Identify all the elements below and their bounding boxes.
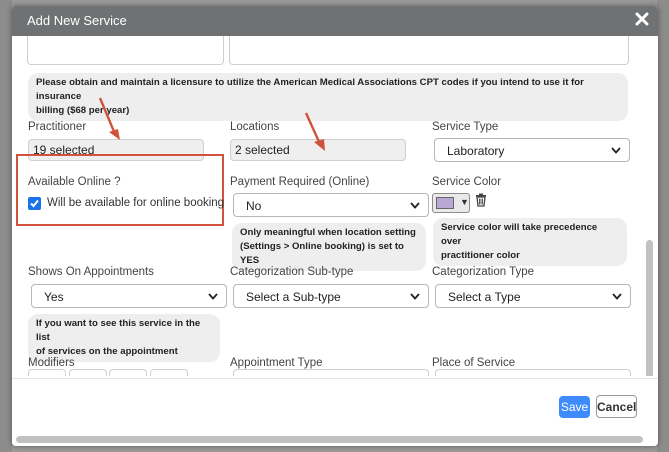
annotation-arrow-locations [304,112,325,151]
close-icon[interactable] [635,12,649,26]
save-button[interactable]: Save [559,396,590,418]
dialog-title: Add New Service [27,13,127,28]
annotation-arrows [98,97,325,151]
vertical-scrollbar[interactable] [645,36,654,376]
background-page-left [0,0,12,452]
dialog-footer: Save Cancel [12,378,658,446]
dialog-body: Please obtain and maintain a licensure t… [12,36,658,376]
cancel-button[interactable]: Cancel [596,395,637,418]
dialog-titlebar: Add New Service [12,6,658,36]
vertical-scrollbar-thumb[interactable] [646,240,653,376]
horizontal-scrollbar[interactable] [16,436,643,443]
add-service-dialog: Add New Service Please obtain and mainta… [12,6,658,446]
background-page-right [657,0,669,452]
annotation-arrow-practitioner [98,97,120,140]
